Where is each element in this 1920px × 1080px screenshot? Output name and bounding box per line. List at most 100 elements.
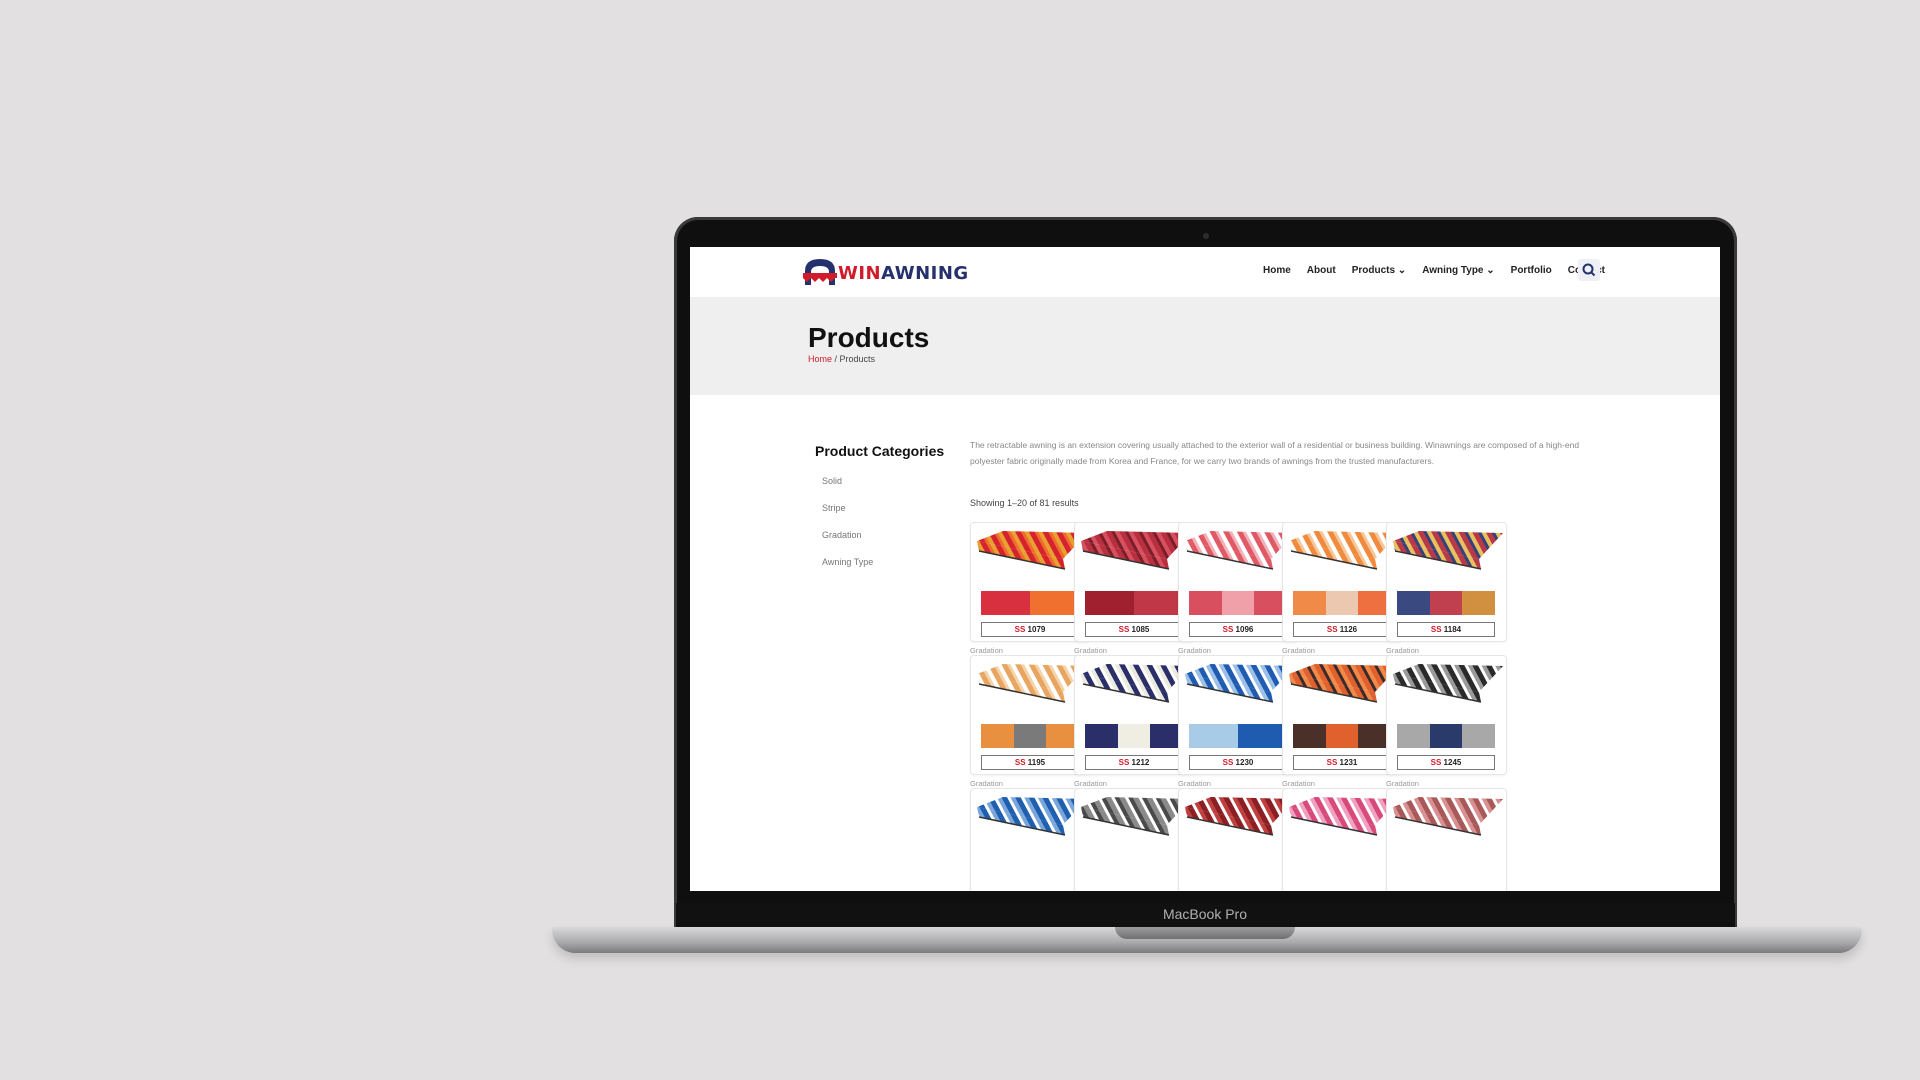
product-card[interactable]: SS 1245	[1386, 655, 1507, 775]
code-number: 1085	[1131, 625, 1150, 634]
nav-home[interactable]: Home	[1263, 265, 1291, 276]
awning-image	[1185, 797, 1295, 836]
nav-portfolio[interactable]: Portfolio	[1511, 265, 1552, 276]
awning-image	[977, 797, 1087, 836]
breadcrumb: Home / Products	[808, 354, 875, 364]
code-number: 1079	[1027, 625, 1046, 634]
product-code-label: SS 1230	[1189, 755, 1287, 770]
awning-logo-icon	[803, 259, 837, 285]
product-category: Gradation	[970, 646, 1003, 655]
logo-text-win: WIN	[838, 263, 882, 284]
swatch-block	[1429, 724, 1463, 748]
awning-image	[977, 531, 1087, 570]
product-card[interactable]	[1074, 788, 1195, 891]
main-nav: Home About Products ⌄ Awning Type ⌄ Port…	[1263, 265, 1605, 276]
product-card[interactable]: SS 1231	[1282, 655, 1403, 775]
product-code-label: SS 1096	[1189, 622, 1287, 637]
search-icon	[1582, 263, 1596, 277]
code-prefix: SS	[1222, 758, 1236, 767]
product-card[interactable]: SS 1085	[1074, 522, 1195, 642]
awning-image	[1393, 797, 1503, 836]
product-category: Gradation	[970, 779, 1003, 788]
swatch-block	[981, 591, 1030, 615]
nav-products[interactable]: Products ⌄	[1352, 265, 1407, 276]
category-stripe[interactable]: Stripe	[822, 503, 846, 513]
awning-image	[1185, 531, 1295, 570]
swatch-block	[1293, 724, 1326, 748]
awning-image	[1081, 664, 1191, 703]
product-card[interactable]	[1282, 788, 1403, 891]
browser-screen: WINAWNING Home About Products ⌄ Awning T…	[690, 247, 1720, 891]
product-code-label: SS 1085	[1085, 622, 1183, 637]
product-card[interactable]: SS 1184	[1386, 522, 1507, 642]
device-label: MacBook Pro	[1162, 906, 1248, 922]
product-category: Gradation	[1178, 646, 1211, 655]
code-prefix: SS	[1118, 625, 1132, 634]
product-card[interactable]: SS 1096	[1178, 522, 1299, 642]
logo-text-awning: AWNING	[881, 263, 969, 284]
awning-image	[1081, 531, 1191, 570]
code-prefix: SS	[1222, 625, 1236, 634]
code-number: 1230	[1235, 758, 1254, 767]
code-prefix: SS	[1430, 758, 1444, 767]
color-swatch	[1189, 724, 1287, 748]
code-prefix: SS	[1326, 758, 1340, 767]
swatch-block	[1030, 591, 1079, 615]
site-header: WINAWNING Home About Products ⌄ Awning T…	[690, 247, 1720, 297]
site-logo[interactable]: WINAWNING	[802, 255, 972, 289]
breadcrumb-current: Products	[839, 354, 876, 364]
logo-text: WINAWNING	[838, 263, 969, 284]
search-button[interactable]	[1578, 259, 1600, 281]
swatch-block	[1325, 591, 1359, 615]
swatch-block	[1117, 724, 1151, 748]
swatch-block	[1397, 591, 1430, 615]
code-number: 1096	[1235, 625, 1254, 634]
product-card[interactable]: SS 1212	[1074, 655, 1195, 775]
product-category: Gradation	[1386, 779, 1419, 788]
product-card[interactable]: SS 1126	[1282, 522, 1403, 642]
product-card[interactable]	[970, 788, 1091, 891]
product-code-label: SS 1079	[981, 622, 1079, 637]
results-count: Showing 1–20 of 81 results	[970, 498, 1079, 508]
code-number: 1126	[1339, 625, 1358, 634]
swatch-block	[1134, 591, 1183, 615]
camera	[1203, 233, 1209, 239]
product-code-label: SS 1195	[981, 755, 1079, 770]
nav-awning-type[interactable]: Awning Type ⌄	[1422, 265, 1494, 276]
code-number: 1245	[1443, 758, 1462, 767]
color-swatch	[1293, 591, 1392, 615]
product-card[interactable]: SS 1230	[1178, 655, 1299, 775]
swatch-block	[1013, 724, 1047, 748]
awning-image	[1289, 531, 1399, 570]
product-card[interactable]: SS 1079	[970, 522, 1091, 642]
breadcrumb-separator: /	[832, 354, 840, 364]
code-prefix: SS	[1014, 625, 1028, 634]
product-card[interactable]	[1178, 788, 1299, 891]
awning-image	[1393, 664, 1503, 703]
category-solid[interactable]: Solid	[822, 476, 842, 486]
swatch-block	[1429, 591, 1463, 615]
swatch-block	[1293, 591, 1326, 615]
color-swatch	[1189, 591, 1288, 615]
code-number: 1195	[1027, 758, 1046, 767]
code-prefix: SS	[1118, 758, 1132, 767]
product-category: Gradation	[1386, 646, 1419, 655]
product-category: Gradation	[1178, 779, 1211, 788]
product-card[interactable]: SS 1195	[970, 655, 1091, 775]
nav-about[interactable]: About	[1307, 265, 1336, 276]
category-awning-type[interactable]: Awning Type	[822, 557, 873, 567]
awning-image	[1081, 797, 1191, 836]
breadcrumb-home[interactable]: Home	[808, 354, 832, 364]
awning-image	[977, 664, 1087, 703]
swatch-block	[1238, 724, 1287, 748]
category-gradation[interactable]: Gradation	[822, 530, 862, 540]
product-category: Gradation	[1282, 779, 1315, 788]
code-number: 1231	[1339, 758, 1358, 767]
color-swatch	[1293, 724, 1392, 748]
product-card[interactable]	[1386, 788, 1507, 891]
product-code-label: SS 1184	[1397, 622, 1495, 637]
color-swatch	[1397, 724, 1496, 748]
product-category: Gradation	[1074, 779, 1107, 788]
product-code-label: SS 1126	[1293, 622, 1391, 637]
swatch-block	[1462, 724, 1496, 748]
